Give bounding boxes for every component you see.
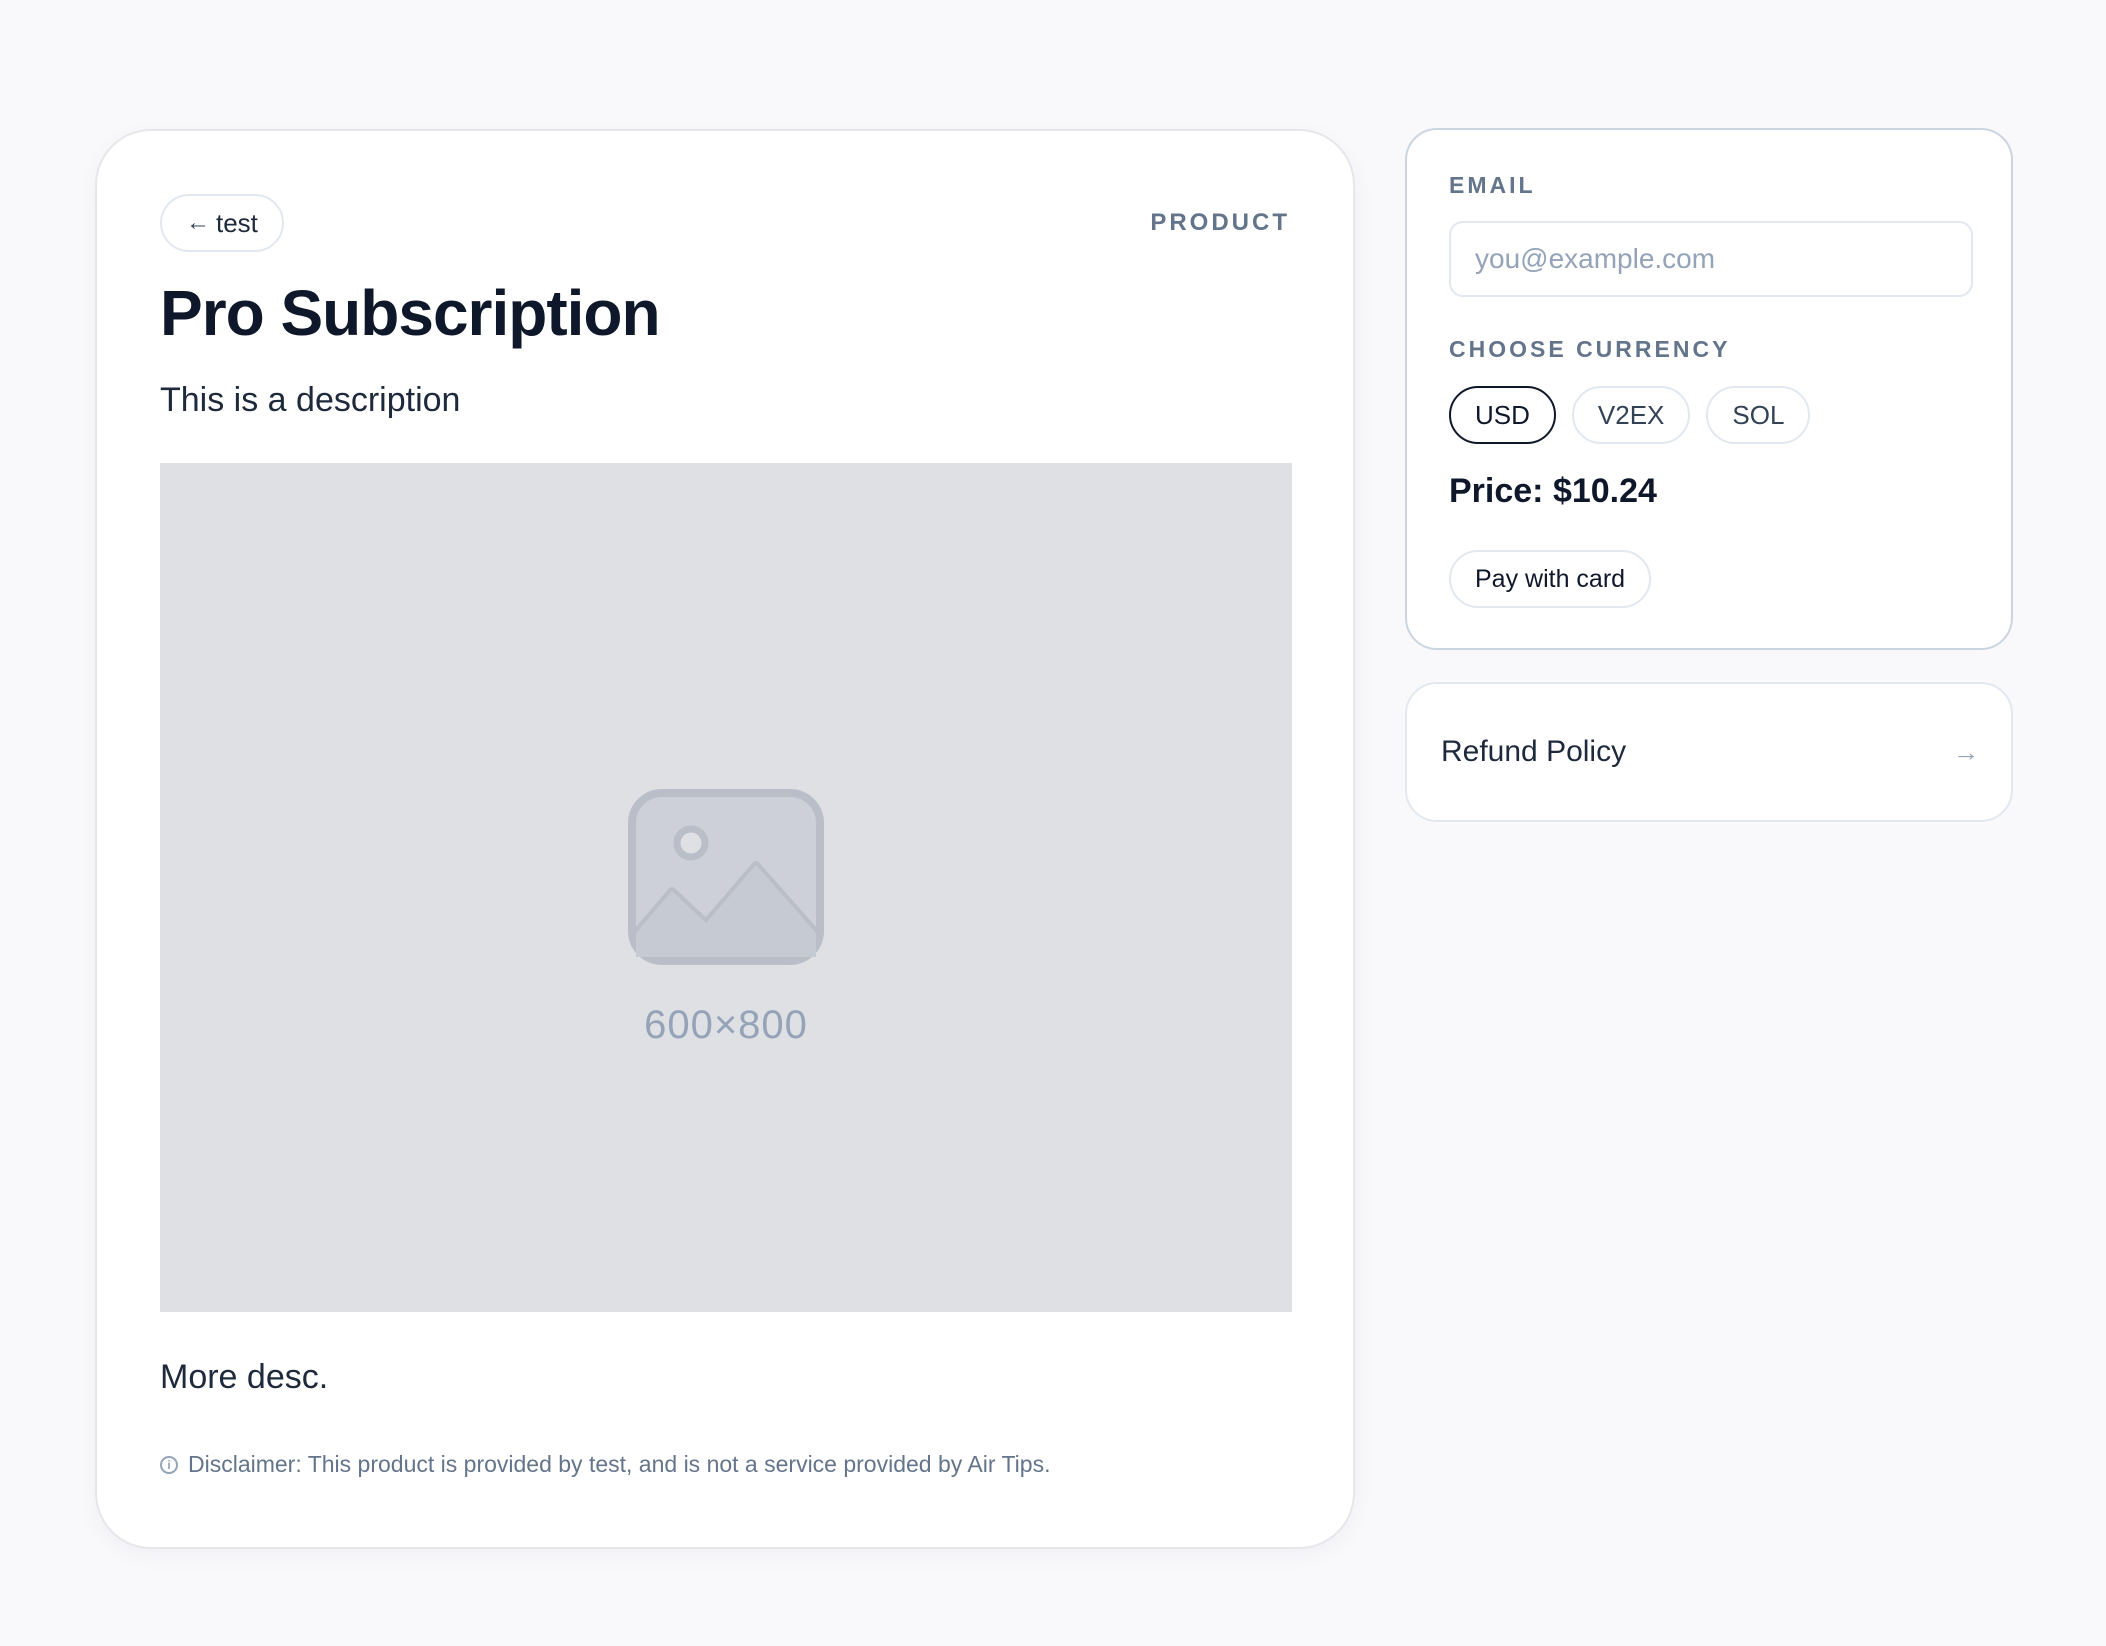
back-button[interactable]: ← test [160,194,284,252]
currency-option-v2ex[interactable]: V2EX [1571,386,1691,444]
disclaimer: i Disclaimer: This product is provided b… [160,1451,1050,1478]
product-image-placeholder: 600×800 [160,463,1292,1312]
product-tag: PRODUCT [1150,209,1290,236]
disclaimer-text: Disclaimer: This product is provided by … [188,1451,1051,1477]
product-card: ← test PRODUCT Pro Subscription This is … [95,129,1355,1549]
back-button-label: test [216,207,258,238]
product-title: Pro Subscription [160,277,661,349]
product-description: This is a description [160,381,461,419]
more-description: More desc. [160,1358,329,1396]
refund-policy-link[interactable]: Refund Policy → [1405,682,2013,822]
currency-label: CHOOSE CURRENCY [1449,336,1731,362]
currency-options: USD V2EX SOL [1449,386,1811,444]
pay-with-card-button[interactable]: Pay with card [1449,550,1652,608]
info-icon: i [160,1455,178,1474]
refund-policy-label: Refund Policy [1441,735,1627,768]
image-placeholder-icon [628,789,824,965]
arrow-left-icon: ← [186,209,210,236]
price: Price: $10.24 [1449,472,1657,510]
currency-option-usd[interactable]: USD [1449,386,1556,444]
email-label: EMAIL [1449,172,1536,198]
arrow-right-icon: → [1953,736,1979,767]
image-dimensions-label: 600×800 [644,1003,808,1047]
checkout-panel: EMAIL CHOOSE CURRENCY USD V2EX SOL Price… [1405,128,2013,650]
currency-option-sol[interactable]: SOL [1706,386,1811,444]
email-input[interactable] [1449,221,1973,297]
